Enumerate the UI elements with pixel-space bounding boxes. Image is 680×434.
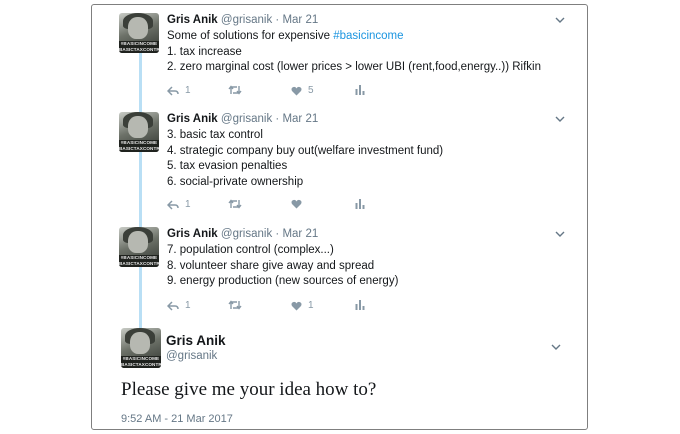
tweet-text: 7. population control (complex...) 8. vo… xyxy=(167,244,399,287)
chevron-down-icon[interactable] xyxy=(555,112,565,126)
retweet-button[interactable] xyxy=(228,199,248,209)
author-name[interactable]: Gris Anik xyxy=(167,228,218,240)
tweet-header: Gris Anik @grisanik · Mar 21 xyxy=(167,14,319,26)
avatar[interactable]: #BASICINCOME BASICTAXCONTROL xyxy=(119,13,159,53)
reply-button[interactable]: 1 xyxy=(167,199,191,210)
analytics-icon xyxy=(355,300,365,310)
retweet-button[interactable] xyxy=(228,85,248,95)
analytics-icon xyxy=(355,199,365,209)
thread-tweet-1[interactable]: #BASICINCOME BASICTAXCONTROL Gris Anik @… xyxy=(119,13,579,103)
author-handle[interactable]: @grisanik xyxy=(221,228,272,240)
main-tweet-author-handle[interactable]: @grisanik xyxy=(166,350,217,362)
reply-icon xyxy=(167,300,179,311)
chevron-down-icon[interactable] xyxy=(555,13,565,27)
analytics-button[interactable] xyxy=(355,85,365,95)
heart-icon xyxy=(291,199,302,209)
main-tweet-avatar[interactable]: #BASICINCOME BASICTAXCONTROL xyxy=(121,328,161,368)
main-tweet-author-name[interactable]: Gris Anik xyxy=(166,333,226,348)
reply-button[interactable]: 1 xyxy=(167,300,191,311)
like-button[interactable]: 1 xyxy=(291,300,314,311)
analytics-button[interactable] xyxy=(355,300,365,310)
main-tweet-timestamp[interactable]: 9:52 AM - 21 Mar 2017 xyxy=(121,413,233,425)
retweet-icon xyxy=(228,199,242,209)
retweet-icon xyxy=(228,300,242,310)
chevron-down-icon[interactable] xyxy=(555,227,565,241)
author-handle[interactable]: @grisanik xyxy=(221,113,272,125)
avatar[interactable]: #BASICINCOME BASICTAXCONTROL xyxy=(119,112,159,152)
thread-tweet-3[interactable]: #BASICINCOME BASICTAXCONTROL Gris Anik @… xyxy=(119,227,579,317)
author-name[interactable]: Gris Anik xyxy=(167,113,218,125)
heart-icon xyxy=(291,86,302,95)
tweet-text: 3. basic tax control 4. strategic compan… xyxy=(167,129,444,188)
reply-icon xyxy=(167,199,179,210)
like-button[interactable]: 5 xyxy=(291,85,314,96)
tweet-actions: 1 xyxy=(167,199,367,213)
author-name[interactable]: Gris Anik xyxy=(167,14,218,26)
avatar[interactable]: #BASICINCOME BASICTAXCONTROL xyxy=(119,227,159,267)
hashtag-link[interactable]: #basicincome xyxy=(333,30,403,42)
tweet-date[interactable]: Mar 21 xyxy=(282,14,318,26)
main-tweet-text: Please give me your idea how to? xyxy=(121,379,377,400)
analytics-button[interactable] xyxy=(355,199,365,209)
author-handle[interactable]: @grisanik xyxy=(221,14,272,26)
analytics-icon xyxy=(355,85,365,95)
tweet-actions: 1 1 xyxy=(167,300,367,314)
tweet-actions: 1 5 xyxy=(167,85,367,99)
chevron-down-icon[interactable] xyxy=(551,340,561,354)
like-button[interactable] xyxy=(291,199,308,209)
tweet-text: Some of solutions for expensive #basicin… xyxy=(167,30,541,73)
tweet-date[interactable]: Mar 21 xyxy=(282,113,318,125)
tweet-date[interactable]: Mar 21 xyxy=(282,228,318,240)
reply-icon xyxy=(167,85,179,96)
heart-icon xyxy=(291,301,302,310)
tweet-header: Gris Anik @grisanik · Mar 21 xyxy=(167,228,319,240)
reply-button[interactable]: 1 xyxy=(167,85,191,96)
retweet-button[interactable] xyxy=(228,300,248,310)
thread-tweet-2[interactable]: #BASICINCOME BASICTAXCONTROL Gris Anik @… xyxy=(119,112,579,212)
tweet-header: Gris Anik @grisanik · Mar 21 xyxy=(167,113,319,125)
retweet-icon xyxy=(228,85,242,95)
